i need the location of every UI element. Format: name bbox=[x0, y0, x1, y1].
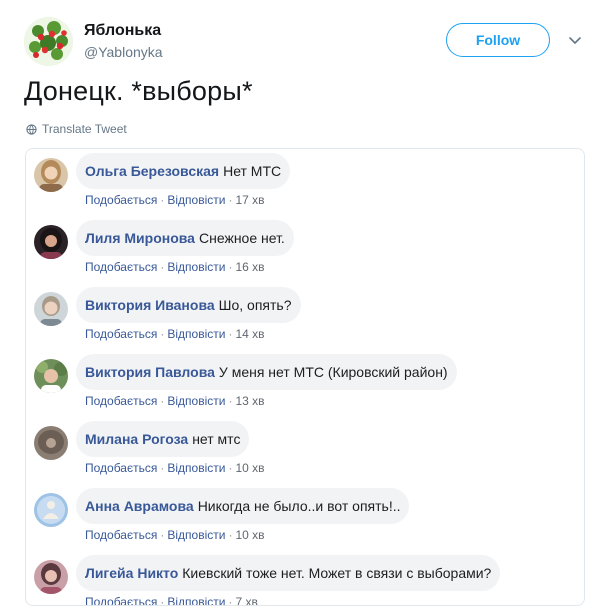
comment-text: нет мтс bbox=[192, 431, 241, 447]
comments-screenshot-card: Ольга Березовская Нет МТС Подобається · Ві… bbox=[25, 148, 585, 606]
translate-label: Translate Tweet bbox=[42, 122, 127, 136]
comment: Лиля Миронова Снежное нет. Подобається · В… bbox=[26, 220, 584, 286]
comment-text: Киевский тоже нет. Может в связи с выбор… bbox=[182, 565, 492, 581]
comment-actions: Подобається · Відповісти · 7 хв bbox=[85, 595, 258, 606]
comment-actions: Подобається · Відповісти · 17 хв bbox=[85, 193, 265, 207]
reply-link[interactable]: Відповісти bbox=[167, 193, 225, 207]
comment-author[interactable]: Виктория Павлова bbox=[85, 364, 215, 380]
commenter-avatar[interactable] bbox=[34, 493, 68, 527]
commenter-avatar[interactable] bbox=[34, 158, 68, 192]
translate-tweet-link[interactable]: Translate Tweet bbox=[26, 122, 127, 136]
reply-link[interactable]: Відповісти bbox=[167, 394, 225, 408]
like-link[interactable]: Подобається bbox=[85, 394, 157, 408]
author-avatar[interactable] bbox=[24, 17, 73, 66]
comment-author[interactable]: Милана Рогоза bbox=[85, 431, 188, 447]
comment: Виктория Павлова У меня нет МТС (Кировск… bbox=[26, 354, 584, 420]
comment-bubble: Лиля Миронова Снежное нет. bbox=[76, 220, 294, 256]
author-name[interactable]: Яблонька bbox=[84, 22, 161, 40]
comment-text: У меня нет МТС (Кировский район) bbox=[218, 364, 448, 380]
reply-link[interactable]: Відповісти bbox=[167, 327, 225, 341]
comment: Виктория Иванова Шо, опять? Подобається ·… bbox=[26, 287, 584, 353]
comment-bubble: Ольга Березовская Нет МТС bbox=[76, 153, 291, 189]
author-handle[interactable]: @Yablonyka bbox=[84, 44, 163, 60]
comment-author[interactable]: Ольга Березовская bbox=[85, 163, 219, 179]
comment: Лигейа Никто Киевский тоже нет. Может в … bbox=[26, 555, 584, 606]
comment-time: 14 хв bbox=[235, 327, 265, 341]
comment-author[interactable]: Виктория Иванова bbox=[85, 297, 215, 313]
reply-link[interactable]: Відповісти bbox=[167, 461, 225, 475]
comment-actions: Подобається · Відповісти · 13 хв bbox=[85, 394, 265, 408]
reply-link[interactable]: Відповісти bbox=[167, 528, 225, 542]
comment-time: 17 хв bbox=[235, 193, 265, 207]
comment-text: Снежное нет. bbox=[198, 230, 285, 246]
like-link[interactable]: Подобається bbox=[85, 528, 157, 542]
reply-link[interactable]: Відповісти bbox=[167, 260, 225, 274]
commenter-avatar[interactable] bbox=[34, 225, 68, 259]
comment-text: Шо, опять? bbox=[218, 297, 292, 313]
reply-link[interactable]: Відповісти bbox=[167, 595, 225, 605]
comment-author[interactable]: Лиля Миронова bbox=[85, 230, 195, 246]
comment-bubble: Милана Рогоза нет мтс bbox=[76, 421, 250, 457]
comment-bubble: Анна Аврамова Никогда не было..и вот опя… bbox=[76, 488, 410, 524]
comment: Анна Аврамова Никогда не было..и вот опя… bbox=[26, 488, 584, 554]
comment-author[interactable]: Лигейа Никто bbox=[85, 565, 178, 581]
like-link[interactable]: Подобається bbox=[85, 327, 157, 341]
comment-actions: Подобається · Відповісти · 14 хв bbox=[85, 327, 265, 341]
comment-bubble: Виктория Павлова У меня нет МТС (Кировск… bbox=[76, 354, 457, 390]
comment-time: 7 хв bbox=[235, 595, 258, 606]
like-link[interactable]: Подобається bbox=[85, 595, 157, 605]
comment-bubble: Лигейа Никто Киевский тоже нет. Может в … bbox=[76, 555, 501, 591]
comment-actions: Подобається · Відповісти · 10 хв bbox=[85, 461, 265, 475]
comment-time: 16 хв bbox=[235, 260, 265, 274]
comment: Ольга Березовская Нет МТС Подобається · Ві… bbox=[26, 153, 584, 219]
commenter-avatar[interactable] bbox=[34, 560, 68, 594]
commenter-avatar[interactable] bbox=[34, 292, 68, 326]
like-link[interactable]: Подобається bbox=[85, 260, 157, 274]
commenter-avatar[interactable] bbox=[34, 426, 68, 460]
follow-button[interactable]: Follow bbox=[446, 23, 550, 57]
like-link[interactable]: Подобається bbox=[85, 461, 157, 475]
comment-bubble: Виктория Иванова Шо, опять? bbox=[76, 287, 301, 323]
like-link[interactable]: Подобається bbox=[85, 193, 157, 207]
comment-author[interactable]: Анна Аврамова bbox=[85, 498, 194, 514]
comment-time: 10 хв bbox=[235, 528, 265, 542]
comment-text: Никогда не было..и вот опять!.. bbox=[197, 498, 401, 514]
comment-time: 13 хв bbox=[235, 394, 265, 408]
chevron-down-icon[interactable] bbox=[566, 31, 584, 49]
comment-actions: Подобається · Відповісти · 10 хв bbox=[85, 528, 265, 542]
commenter-avatar[interactable] bbox=[34, 359, 68, 393]
comment-text: Нет МТС bbox=[223, 163, 282, 179]
comment: Милана Рогоза нет мтс Подобається · Відпов… bbox=[26, 421, 584, 487]
globe-icon bbox=[26, 123, 37, 135]
tweet-text: Донецк. *выборы* bbox=[24, 76, 253, 106]
apple-tree-avatar-image bbox=[24, 17, 73, 66]
comment-actions: Подобається · Відповісти · 16 хв bbox=[85, 260, 265, 274]
comment-time: 10 хв bbox=[235, 461, 265, 475]
